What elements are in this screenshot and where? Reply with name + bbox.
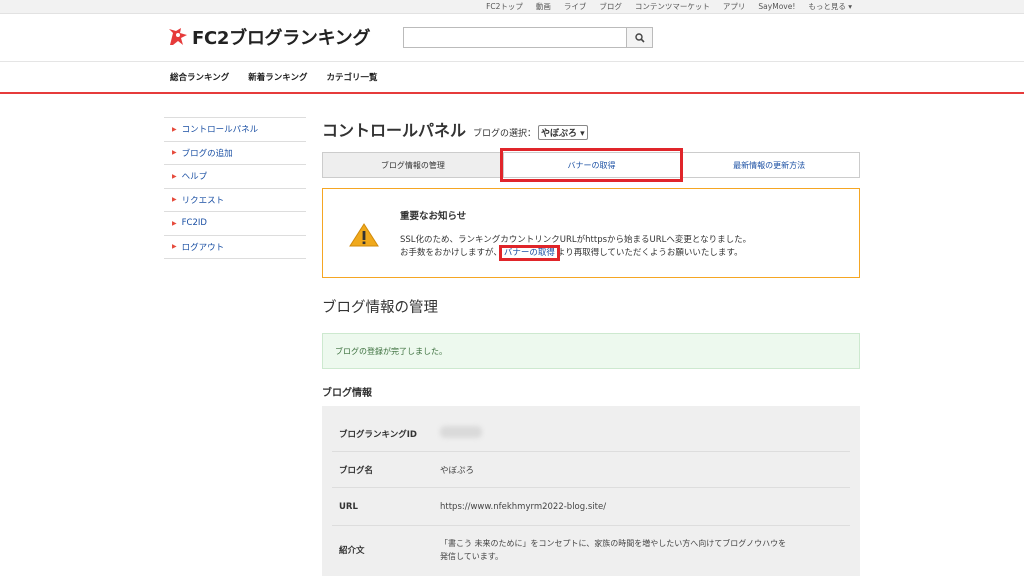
important-notice: 重要なお知らせ SSL化のため、ランキングカウントリンクURLがhttpsから始… bbox=[322, 188, 860, 278]
row-value-description: 「書こう 未来のために」をコンセプトに、家族の時間を増やしたい方へ向けてブログノ… bbox=[440, 537, 850, 563]
notice-text-after: より再取得していただくようお願いいたします。 bbox=[556, 248, 743, 258]
sidebar-item-request[interactable]: ▶ リクエスト bbox=[164, 189, 306, 212]
nav-new-ranking[interactable]: 新着ランキング bbox=[248, 71, 307, 83]
logo-text: FC2ブログランキング bbox=[192, 28, 371, 49]
row-value-url: https://www.nfekhmyrm2022-blog.site/ bbox=[440, 501, 607, 512]
blog-select-dropdown[interactable]: やぼぷろ ▾ bbox=[538, 125, 588, 140]
nav-category-list[interactable]: カテゴリ一覧 bbox=[327, 71, 378, 83]
triangle-right-icon: ▶ bbox=[172, 125, 177, 133]
triangle-right-icon: ▶ bbox=[172, 149, 177, 157]
topnav-saymove[interactable]: SayMove! bbox=[758, 2, 795, 11]
row-value-ranking-id bbox=[440, 426, 850, 441]
success-alert: ブログの登録が完了しました。 bbox=[322, 333, 860, 369]
site-header: FC2ブログランキング bbox=[0, 14, 1024, 61]
notice-line-1: SSL化のため、ランキングカウントリンクURLがhttpsから始まるURLへ変更… bbox=[400, 235, 752, 245]
row-key-ranking-id: ブログランキングID bbox=[339, 429, 417, 440]
blog-select-label: ブログの選択： bbox=[473, 129, 537, 139]
search-input[interactable] bbox=[403, 27, 626, 48]
page-header: コントロールパネル ブログの選択： やぼぷろ ▾ bbox=[322, 117, 860, 140]
topnav-video[interactable]: 動画 bbox=[536, 1, 551, 12]
sidebar-item-label: ブログの追加 bbox=[181, 148, 233, 159]
notice-banner-link[interactable]: バナーの取得 bbox=[498, 245, 560, 261]
topnav-app[interactable]: アプリ bbox=[723, 1, 746, 12]
triangle-right-icon: ▶ bbox=[172, 219, 177, 227]
topnav-live[interactable]: ライブ bbox=[564, 1, 587, 12]
topnav-blog[interactable]: ブログ bbox=[599, 1, 622, 12]
search-icon bbox=[634, 32, 645, 43]
table-row: ブログ名 やぼぷろ bbox=[332, 452, 850, 488]
top-nav-bar: FC2トップ 動画 ライブ ブログ コンテンツマーケット アプリ SayMove… bbox=[0, 0, 1024, 14]
sidebar-item-label: リクエスト bbox=[181, 195, 225, 206]
tab-get-banner[interactable]: バナーの取得 bbox=[499, 148, 684, 182]
main-content: コントロールパネル ブログの選択： やぼぷろ ▾ ブログ情報の管理 バナーの取得… bbox=[322, 117, 860, 576]
sidebar-item-control-panel[interactable]: ▶ コントロールパネル bbox=[164, 118, 306, 142]
sidebar-item-add-blog[interactable]: ▶ ブログの追加 bbox=[164, 142, 306, 165]
row-value-blog-name: やぼぷろ bbox=[440, 465, 475, 476]
table-row: URL https://www.nfekhmyrm2022-blog.site/ bbox=[332, 488, 850, 526]
topnav-more[interactable]: もっと見る ▾ bbox=[808, 1, 852, 12]
table-row: ブログランキングID bbox=[332, 416, 850, 452]
sidebar-item-label: コントロールパネル bbox=[181, 125, 259, 136]
page-title: コントロールパネル bbox=[322, 121, 467, 140]
main-nav: 総合ランキング 新着ランキング カテゴリ一覧 bbox=[0, 61, 1024, 94]
sidebar-item-logout[interactable]: ▶ ログアウト bbox=[164, 236, 306, 259]
search-button[interactable] bbox=[626, 27, 653, 48]
table-row: 紹介文 「書こう 未来のために」をコンセプトに、家族の時間を増やしたい方へ向けて… bbox=[332, 526, 850, 574]
blurred-id bbox=[440, 426, 482, 438]
warning-icon bbox=[349, 223, 379, 247]
row-key-description: 紹介文 bbox=[339, 546, 365, 556]
notice-title: 重要なお知らせ bbox=[400, 211, 467, 222]
triangle-right-icon: ▶ bbox=[172, 196, 177, 204]
tab-bar: ブログ情報の管理 バナーの取得 最新情報の更新方法 bbox=[322, 148, 860, 182]
description-line-1: 「書こう 未来のために」をコンセプトに、家族の時間を増やしたい方へ向けてブログノ… bbox=[440, 539, 787, 548]
search-form bbox=[403, 27, 653, 48]
sidebar-item-fc2id[interactable]: ▶ FC2ID bbox=[164, 212, 306, 236]
topnav-contents-market[interactable]: コンテンツマーケット bbox=[635, 1, 710, 12]
sidebar-item-label: FC2ID bbox=[181, 218, 207, 229]
triangle-right-icon: ▶ bbox=[172, 172, 177, 180]
notice-line-2: お手数をおかけしますが、 バナーの取得 より再取得していただくようお願いいたします。 bbox=[400, 245, 743, 261]
triangle-right-icon: ▶ bbox=[172, 243, 177, 251]
blog-info-title: ブログ情報 bbox=[322, 388, 372, 399]
sidebar-item-label: ログアウト bbox=[181, 242, 225, 253]
fc2-logo-icon bbox=[169, 28, 187, 45]
row-key-url: URL bbox=[339, 501, 358, 512]
sidebar-item-label: ヘルプ bbox=[181, 172, 208, 183]
site-logo[interactable]: FC2ブログランキング bbox=[167, 24, 371, 50]
topnav-fc2-top[interactable]: FC2トップ bbox=[486, 1, 523, 12]
sidebar-item-help[interactable]: ▶ ヘルプ bbox=[164, 165, 306, 189]
sidebar: ▶ コントロールパネル ▶ ブログの追加 ▶ ヘルプ ▶ リクエスト ▶ FC2ID ▶ ロ… bbox=[164, 117, 306, 259]
blog-info-table: ブログランキングID ブログ名 やぼぷろ URL https://www.nfe… bbox=[322, 406, 860, 576]
notice-text-before: お手数をおかけしますが、 bbox=[400, 248, 502, 258]
description-line-2: 発信しています。 bbox=[440, 552, 503, 561]
row-key-blog-name: ブログ名 bbox=[339, 465, 374, 476]
tab-update-method[interactable]: 最新情報の更新方法 bbox=[679, 153, 859, 177]
tab-blog-info[interactable]: ブログ情報の管理 bbox=[323, 153, 504, 177]
nav-overall-ranking[interactable]: 総合ランキング bbox=[170, 71, 229, 83]
section-title: ブログ情報の管理 bbox=[322, 300, 438, 316]
